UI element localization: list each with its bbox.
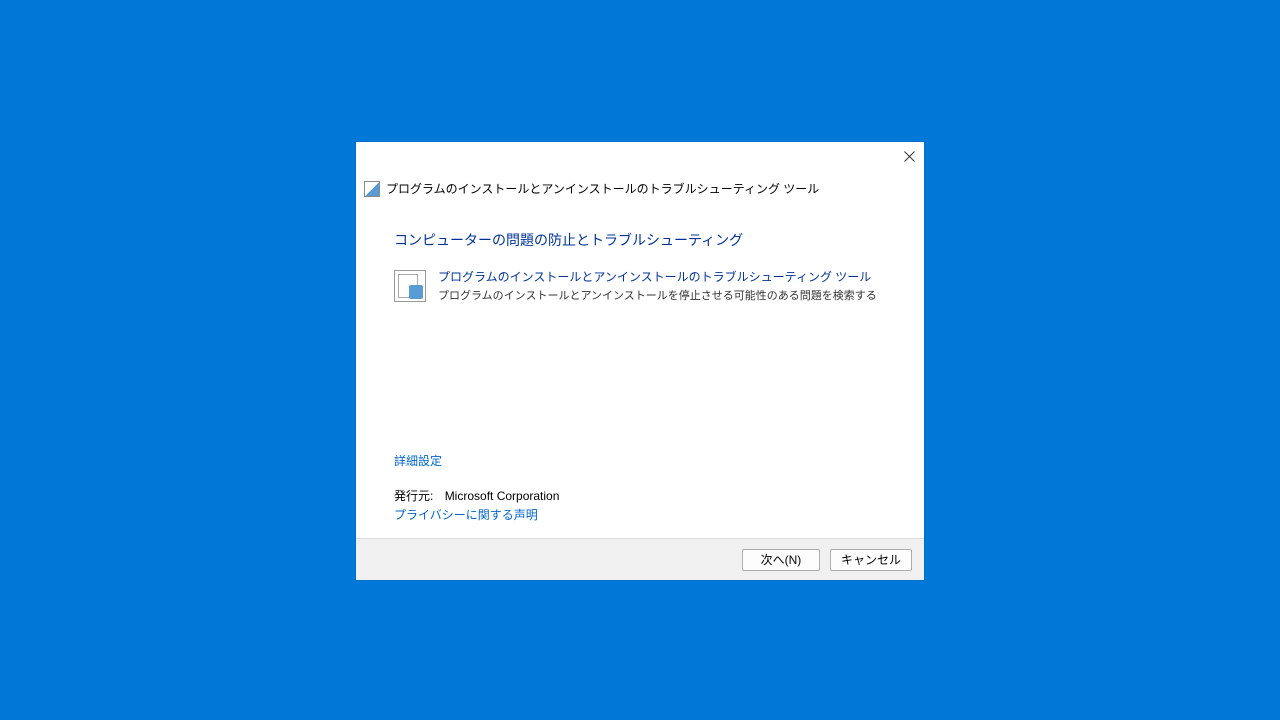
item-description: プログラムのインストールとアンインストールを停止させる可能性のある問題を検索する [438, 287, 877, 303]
troubleshooter-dialog: プログラムのインストールとアンインストールのトラブルシューティング ツール コン… [356, 142, 924, 580]
close-button[interactable] [903, 150, 916, 163]
close-icon [904, 151, 915, 162]
button-bar: 次へ(N) キャンセル [356, 538, 924, 580]
item-title: プログラムのインストールとアンインストールのトラブルシューティング ツール [438, 268, 877, 285]
main-title: コンピューターの問題の防止とトラブルシューティング [394, 230, 743, 250]
publisher-label: 発行元: [394, 489, 433, 503]
publisher-row: 発行元: Microsoft Corporation [394, 487, 559, 504]
privacy-statement-link[interactable]: プライバシーに関する声明 [394, 506, 538, 523]
dialog-header-title: プログラムのインストールとアンインストールのトラブルシューティング ツール [386, 180, 819, 197]
troubleshooter-item-icon [394, 270, 426, 302]
cancel-button[interactable]: キャンセル [830, 549, 912, 571]
troubleshooter-item: プログラムのインストールとアンインストールのトラブルシューティング ツール プロ… [394, 268, 877, 303]
publisher-value: Microsoft Corporation [445, 489, 560, 503]
advanced-settings-link[interactable]: 詳細設定 [394, 452, 442, 469]
next-button[interactable]: 次へ(N) [742, 549, 820, 571]
troubleshooter-header-icon [364, 181, 380, 197]
troubleshooter-item-text: プログラムのインストールとアンインストールのトラブルシューティング ツール プロ… [438, 268, 877, 303]
dialog-header: プログラムのインストールとアンインストールのトラブルシューティング ツール [364, 180, 819, 197]
